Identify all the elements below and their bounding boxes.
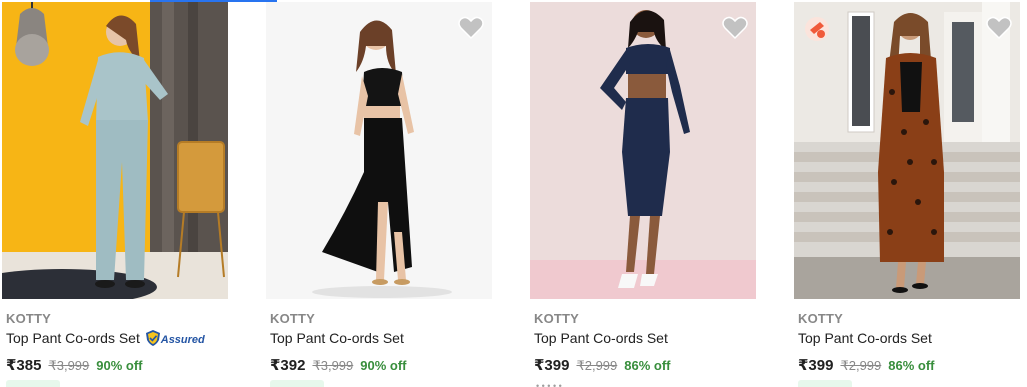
product-card[interactable]: KOTTY Top Pant Co-ords Set ₹392 ₹3,999 9… [264, 0, 494, 387]
product-image[interactable] [2, 2, 228, 299]
heart-icon [986, 16, 1012, 44]
product-image[interactable] [794, 2, 1020, 299]
product-brand: KOTTY [270, 311, 316, 326]
original-price: ₹3,999 [312, 358, 354, 373]
offer-chip [270, 380, 324, 387]
offer-chip [798, 380, 852, 387]
product-card[interactable]: KOTTY Top Pant Co-ords Set ₹399 ₹2,999 8… [792, 0, 1022, 387]
discount-label: 90% off [360, 358, 407, 373]
product-title[interactable]: Top Pant Co-ords Set Assured [6, 330, 205, 349]
assured-shield-icon [145, 330, 160, 349]
heart-icon [458, 16, 484, 44]
price-row: ₹399 ₹2,999 86% off [534, 356, 671, 374]
price-row: ₹392 ₹3,999 90% off [270, 356, 407, 374]
heart-icon [722, 16, 748, 44]
wishlist-button[interactable] [458, 16, 484, 40]
product-image[interactable] [266, 2, 492, 299]
original-price: ₹2,999 [576, 358, 618, 373]
discount-label: 86% off [624, 358, 671, 373]
bottom-text-cutoff: • • • • • [536, 381, 562, 387]
product-brand: KOTTY [534, 311, 580, 326]
product-brand: KOTTY [798, 311, 844, 326]
compare-button[interactable] [804, 16, 830, 41]
product-title-text: Top Pant Co-ords Set [6, 330, 140, 346]
compare-icon [804, 17, 830, 46]
product-title-text: Top Pant Co-ords Set [798, 330, 932, 346]
offer-chip [6, 380, 60, 387]
product-brand: KOTTY [6, 311, 52, 326]
selling-price: ₹399 [534, 357, 570, 374]
original-price: ₹2,999 [840, 358, 882, 373]
product-image[interactable] [530, 2, 756, 299]
wishlist-button[interactable] [986, 16, 1012, 40]
selling-price: ₹385 [6, 357, 42, 374]
price-row: ₹399 ₹2,999 86% off [798, 356, 935, 374]
original-price: ₹3,999 [48, 358, 90, 373]
product-title[interactable]: Top Pant Co-ords Set [798, 330, 932, 346]
price-row: ₹385 ₹3,999 90% off [6, 356, 143, 374]
selling-price: ₹399 [798, 357, 834, 374]
product-title-text: Top Pant Co-ords Set [534, 330, 668, 346]
assured-label: Assured [160, 333, 205, 346]
product-title[interactable]: Top Pant Co-ords Set [270, 330, 404, 346]
selling-price: ₹392 [270, 357, 306, 374]
product-card[interactable]: KOTTY Top Pant Co-ords Set Assured ₹385 … [0, 0, 230, 387]
product-title-text: Top Pant Co-ords Set [270, 330, 404, 346]
discount-label: 90% off [96, 358, 143, 373]
product-title[interactable]: Top Pant Co-ords Set [534, 330, 668, 346]
discount-label: 86% off [888, 358, 935, 373]
assured-badge: Assured [145, 330, 205, 349]
product-card[interactable]: KOTTY Top Pant Co-ords Set ₹399 ₹2,999 8… [528, 0, 758, 387]
wishlist-button[interactable] [722, 16, 748, 40]
